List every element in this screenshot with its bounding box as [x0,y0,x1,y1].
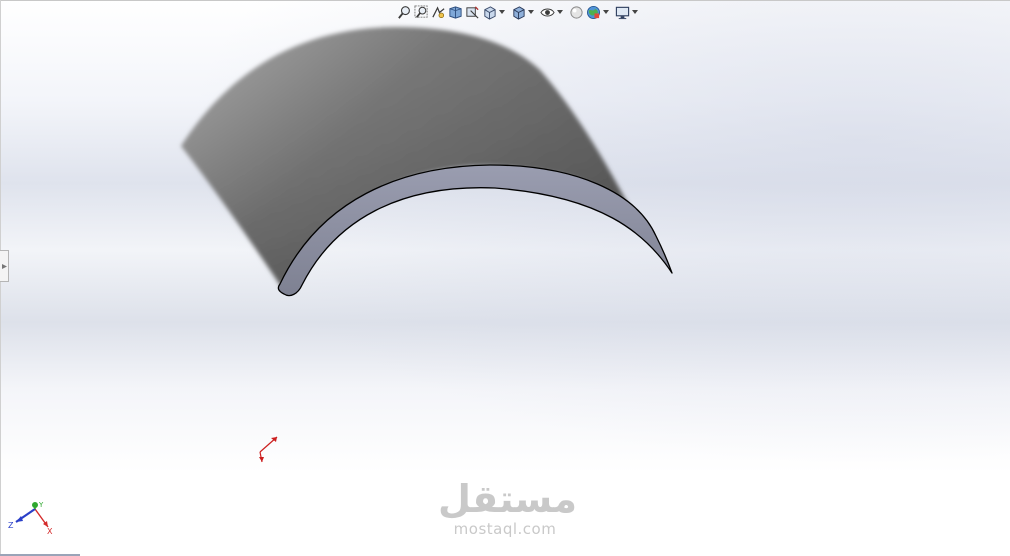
mostaql-watermark: مستقل mostaql.com [438,477,577,544]
apply-scene-icon[interactable] [585,4,601,20]
display-style-dropdown[interactable] [527,4,534,20]
edit-appearance-icon[interactable] [568,4,584,20]
reference-triad: Z X Y [8,501,53,536]
x-axis-label: X [47,527,53,536]
view-orientation-dropdown[interactable] [498,4,505,20]
graphics-area[interactable]: Z X Y مستقل mostaql.com [0,0,1010,556]
expand-panel-handle[interactable] [0,250,9,282]
view-orientation-icon[interactable] [481,4,497,20]
hide-show-items-icon[interactable] [539,4,555,20]
hide-show-items-dropdown[interactable] [556,4,563,20]
watermark-latin-text: mostaql.com [453,520,557,538]
z-axis-label: Z [8,521,14,530]
display-style-icon[interactable] [510,4,526,20]
view-settings-dropdown[interactable] [631,4,638,20]
y-axis-label: Y [38,501,44,509]
expand-panel-icon [1,263,7,269]
section-view-icon[interactable] [447,4,463,20]
dynamic-annotation-icon[interactable] [464,4,480,20]
apply-scene-dropdown[interactable] [602,4,609,20]
zoom-to-area-icon[interactable] [413,4,429,20]
heads-up-view-toolbar [396,3,638,21]
watermark-arabic-text: مستقل [438,477,577,521]
zoom-to-fit-icon[interactable] [396,4,412,20]
previous-view-icon[interactable] [430,4,446,20]
origin-marker [259,436,278,463]
view-settings-icon[interactable] [614,4,630,20]
shell-outer-surface[interactable] [181,27,632,288]
model-view[interactable] [0,0,1010,556]
